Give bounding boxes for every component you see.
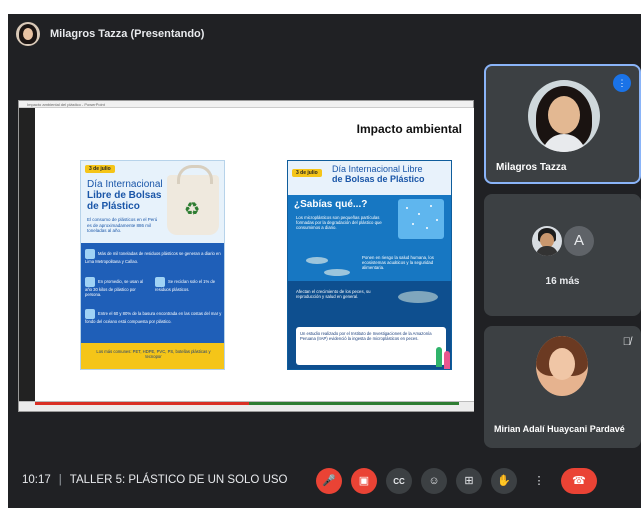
emoji-icon: ☺ [428,475,440,487]
poster-right-fact-2: Ponen en riesgo la salud humana, los eco… [362,255,434,271]
bottom-bar: 10:17 | TALLER 5: PLÁSTICO DE UN SOLO US… [0,458,641,508]
avatar [536,336,588,396]
presenter-avatar [16,22,40,46]
poster-left-fact-1: Más de mil toneladas de residuos plástic… [85,249,222,264]
poster-right-fact-3: Afectan el crecimiento de los peces, su … [296,289,371,300]
shared-screen: Impacto ambiental del plástico - PowerPo… [18,100,474,412]
present-button[interactable]: ⊞ [456,468,482,494]
screen-edge-left [0,0,8,508]
poster-left-footer: Los más comunes: PET, HDPE, PVC, PS, bot… [81,343,224,369]
poster-left-fact-3: Entre el 60 y 80% de la basura encontrad… [85,309,222,324]
big-fish-icon [398,291,438,303]
participant-name: Milagros Tazza [496,162,567,173]
poster-left-fact-2b: Se reciclan solo el 1% de residuos plást… [155,277,221,292]
person-icon [85,277,95,287]
participant-tile-mirian[interactable]: 🎙̸ Mirian Adalí Huaycani Pardavé [484,326,641,448]
camera-toggle-button[interactable]: ▣ [351,468,377,494]
poster-right-date: 3 de julio [292,169,322,177]
poster-right: 3 de julio Día Internacional Libre de Bo… [287,160,452,370]
participant-name: Mirian Adalí Huaycani Pardavé [494,424,625,434]
trash-icon [85,249,95,259]
slide-heading: Impacto ambiental [356,122,462,136]
poster-left-fact-2a: En promedio, se usan al año 30 kilos de … [85,277,151,297]
microplastics-image [398,199,444,239]
poster-left-intro: El consumo de plásticos en el Perú es de… [87,217,158,233]
participant-tile-main[interactable]: ⋮ Milagros Tazza [484,64,641,184]
poster-left: 3 de julio Día Internacional Libre de Bo… [80,160,225,370]
participant-tile-group[interactable]: A 16 más [484,194,641,316]
meet-window: Milagros Tazza (Presentando) Impacto amb… [0,0,641,508]
raise-hand-icon: ✋ [497,475,511,487]
speaking-icon: ⋮ [613,74,631,92]
mic-toggle-button[interactable]: 🎤 [316,468,342,494]
poster-right-fact-1: Los microplásticos son pequeñas partícul… [296,215,382,231]
poster-left-facts: Más de mil toneladas de residuos plástic… [81,243,224,343]
poster-right-study: Un estudio realizado por el Instituto de… [296,327,446,365]
avatar-letter: A [564,226,594,256]
more-vert-icon: ⋮ [533,475,545,487]
meeting-title: TALLER 5: PLÁSTICO DE UN SOLO USO [69,474,288,486]
present-icon: ⊞ [464,475,474,487]
poster-left-title: Día Internacional Libre de Bolsas de Plá… [87,179,163,212]
meeting-info: 10:17 | TALLER 5: PLÁSTICO DE UN SOLO US… [22,474,288,486]
captions-icon: CC [393,477,405,486]
meeting-time: 10:17 [22,474,51,486]
fish-icon [324,269,350,276]
avatar [528,80,600,152]
poster-right-title: Día Internacional Libre de Bolsas de Plá… [332,164,425,184]
coral-icon [436,347,442,367]
meeting-separator: | [58,474,62,486]
recycle-icon: ♻ [184,199,201,219]
phone-hangup-icon: ☎ [572,475,586,487]
raise-hand-button[interactable]: ✋ [491,468,517,494]
more-participants-label: 16 más [545,276,580,287]
mic-off-icon: 🎤 [322,475,336,487]
slide-canvas: Impacto ambiental 3 de julio Día Interna… [35,108,474,402]
poster-right-question: ¿Sabías qué...? [294,199,368,210]
poster-left-date: 3 de julio [85,165,115,173]
hand-icon [155,277,165,287]
more-options-button[interactable]: ⋮ [526,468,552,494]
captions-button[interactable]: CC [386,468,412,494]
camera-off-icon: ▣ [358,475,370,487]
mic-off-icon: 🎙̸ [622,336,631,348]
reactions-button[interactable]: ☺ [421,468,447,494]
presenter-bar: Milagros Tazza (Presentando) [16,20,204,48]
call-controls: 🎤 ▣ CC ☺ ⊞ ✋ ⋮ ☎ [316,468,597,494]
bottles-icon [85,309,95,319]
fish-icon [306,257,328,264]
avatar [532,226,562,256]
coral-icon [444,351,450,369]
screen-edge-top [0,0,641,14]
slide-left-strip [19,108,35,402]
slide-status-bar [19,401,474,411]
presenter-name: Milagros Tazza (Presentando) [50,28,205,40]
slide-window-titlebar: Impacto ambiental del plástico - PowerPo… [19,101,473,108]
leave-call-button[interactable]: ☎ [561,468,597,494]
